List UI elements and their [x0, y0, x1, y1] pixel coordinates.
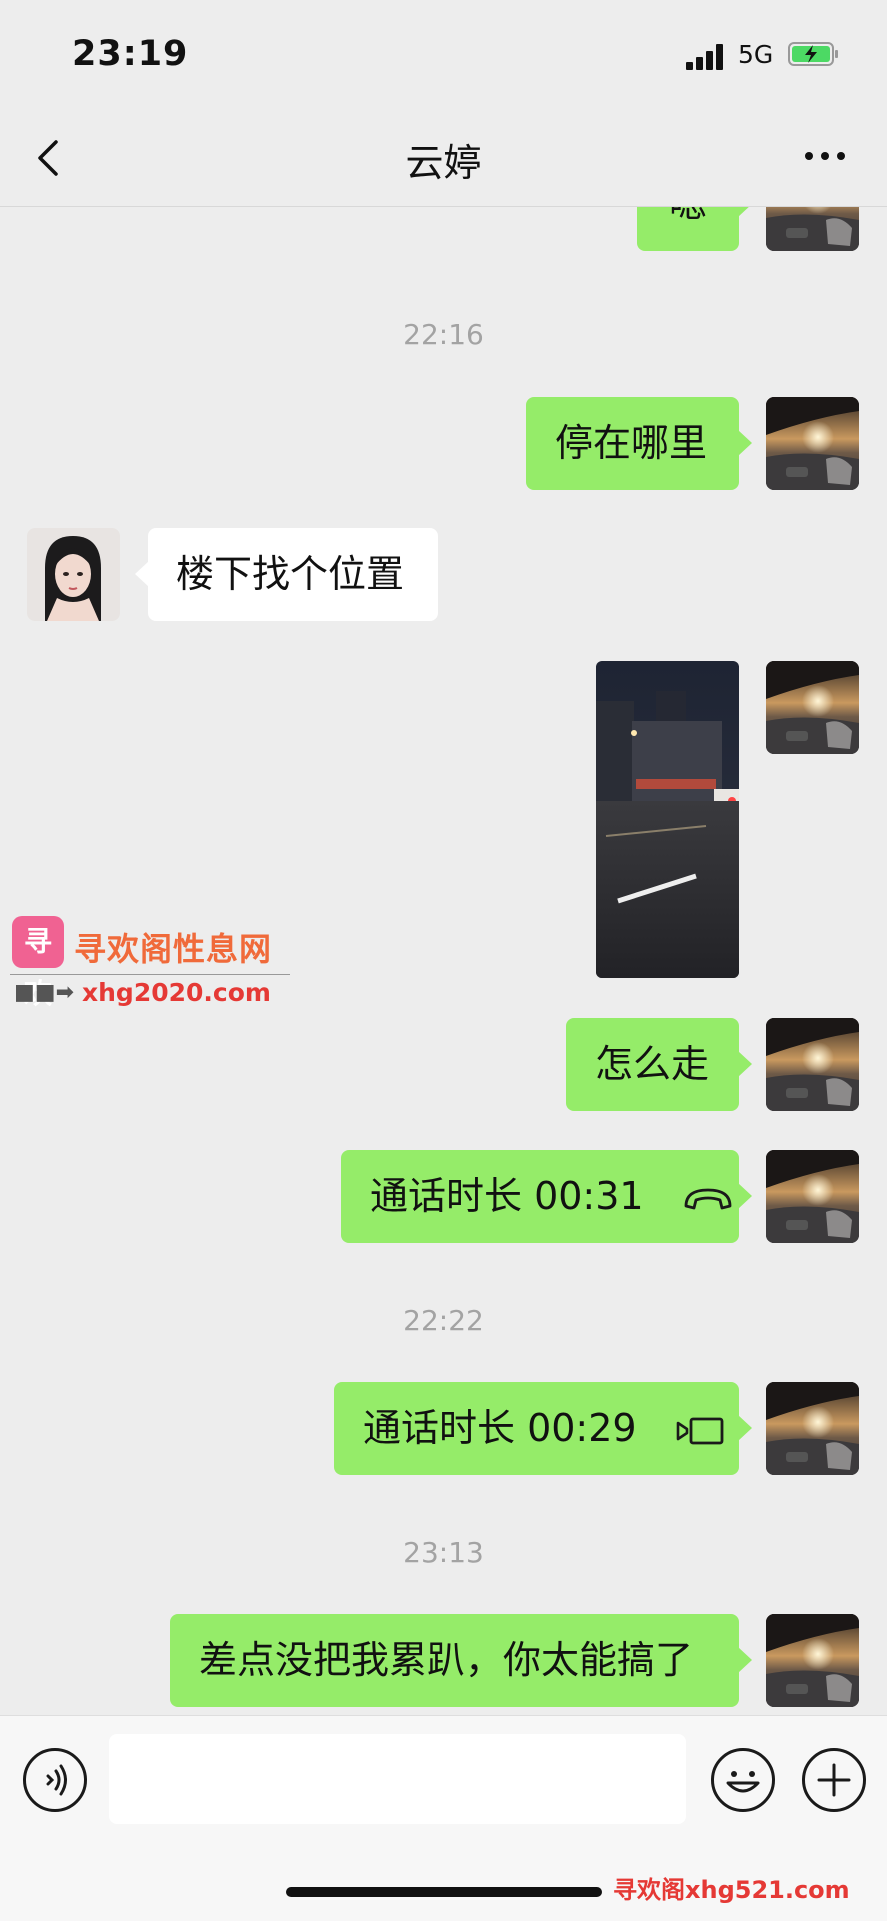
voice-call-record[interactable]: 通话时长 00:31 — [341, 1150, 752, 1243]
video-call-record[interactable]: 通话时长 00:29 — [334, 1382, 752, 1475]
message-text: 通话时长 00:31 — [370, 1174, 644, 1218]
message-input[interactable] — [109, 1734, 686, 1824]
more-options-icon[interactable] — [803, 146, 847, 166]
message-text: 停在哪里 — [555, 421, 708, 465]
avatar-self[interactable] — [766, 1018, 859, 1111]
timestamp: 22:16 — [403, 318, 484, 351]
watermark-bottom: 寻欢阁xhg521.com — [613, 1876, 850, 1904]
phone-icon — [684, 1188, 732, 1209]
voice-input-button[interactable] — [23, 1748, 87, 1812]
avatar-self[interactable] — [766, 397, 859, 490]
voice-icon — [46, 1764, 67, 1796]
more-functions-button[interactable] — [802, 1748, 866, 1812]
message-bubble-outgoing[interactable]: 差点没把我累趴，你太能搞了 — [170, 1614, 752, 1707]
watermark-divider — [10, 974, 290, 975]
status-bar: 23:19 5G — [0, 0, 887, 110]
timestamp: 22:22 — [403, 1304, 484, 1337]
message-text: 通话时长 00:29 — [363, 1406, 637, 1450]
message-bubble-outgoing[interactable]: 停在哪里 — [526, 397, 752, 490]
message-bubble-outgoing[interactable]: 嗯 — [637, 207, 752, 251]
image-message[interactable] — [596, 661, 739, 978]
network-type: 5G — [738, 40, 774, 69]
signal-icon — [686, 44, 726, 70]
nav-bar: 云婷 — [0, 110, 887, 207]
plus-icon — [817, 1763, 851, 1797]
avatar-self[interactable] — [766, 1614, 859, 1707]
message-text: 嗯 — [669, 207, 707, 226]
avatar-self[interactable] — [766, 661, 859, 754]
message-text: 楼下找个位置 — [176, 552, 405, 596]
message-list[interactable]: 嗯 22:16 停在哪里 楼下找个位置 — [0, 207, 887, 1715]
watermark: 寻欢 寻欢阁性息网 ■■➡ xhg2020.com — [10, 916, 290, 1016]
emoji-button[interactable] — [711, 1748, 775, 1812]
chat-title: 云婷 — [405, 141, 482, 185]
message-text: 差点没把我累趴，你太能搞了 — [199, 1638, 694, 1682]
watermark-arrow-icon: ■■➡ — [14, 980, 75, 1005]
emoji-icon — [726, 1771, 760, 1793]
watermark-url: xhg2020.com — [82, 978, 271, 1007]
home-indicator[interactable] — [286, 1887, 602, 1897]
video-call-icon — [676, 1417, 724, 1444]
timestamp: 23:13 — [403, 1536, 484, 1569]
avatar-self[interactable] — [766, 1382, 859, 1475]
avatar-self[interactable] — [766, 207, 859, 251]
watermark-logo: 寻欢 — [12, 916, 64, 1010]
avatar-self[interactable] — [766, 1150, 859, 1243]
avatar-contact[interactable] — [27, 528, 120, 621]
message-bubble-outgoing[interactable]: 怎么走 — [566, 1018, 752, 1111]
watermark-name: 寻欢阁性息网 — [74, 930, 273, 968]
message-bubble-incoming[interactable]: 楼下找个位置 — [135, 528, 438, 621]
status-time: 23:19 — [72, 34, 189, 74]
message-text: 怎么走 — [595, 1042, 710, 1086]
battery-icon — [788, 42, 838, 66]
